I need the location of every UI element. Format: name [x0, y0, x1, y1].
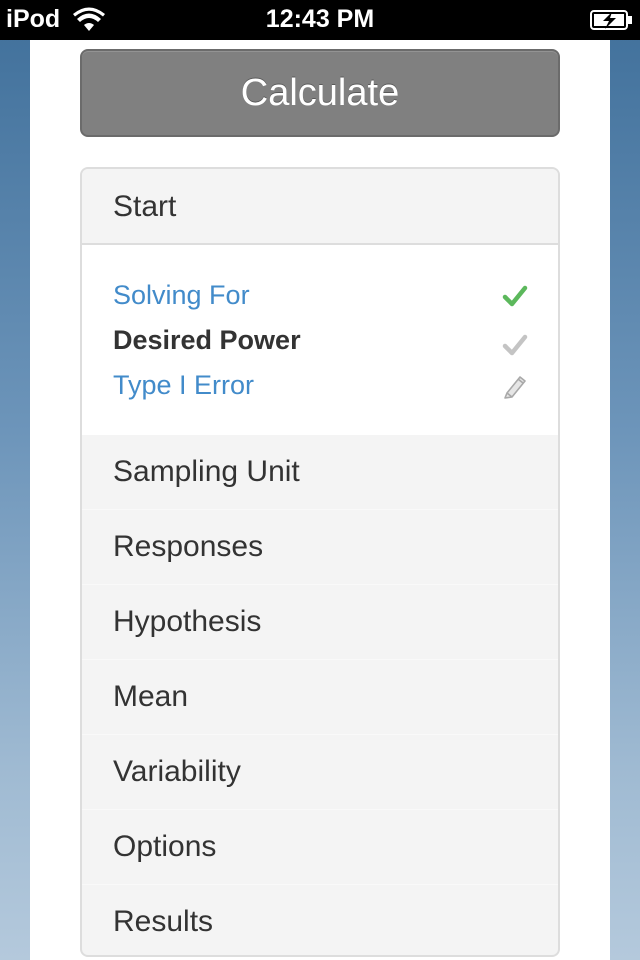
menu-item-variability[interactable]: Variability [82, 735, 558, 810]
checkmark-green-icon [502, 285, 528, 307]
menu-item-mean[interactable]: Mean [82, 660, 558, 735]
field-desired-power[interactable]: Desired Power [113, 320, 528, 360]
steps-card: Start Solving For Desired Power Type I E… [80, 167, 560, 957]
clock-time: 12:43 PM [265, 5, 375, 33]
section-header-start[interactable]: Start [82, 169, 558, 245]
battery-charging-icon [590, 10, 632, 30]
field-type-i-error[interactable]: Type I Error [113, 365, 528, 405]
field-label-solving-for[interactable]: Solving For [113, 280, 250, 310]
field-solving-for[interactable]: Solving For [113, 275, 528, 315]
content-panel: Calculate Start Solving For Desired Powe… [30, 40, 610, 960]
calculate-button[interactable]: Calculate [80, 49, 560, 137]
menu-item-hypothesis[interactable]: Hypothesis [82, 585, 558, 660]
menu-item-options[interactable]: Options [82, 810, 558, 885]
section-menu: Sampling Unit Responses Hypothesis Mean … [82, 435, 558, 955]
pencil-icon[interactable] [502, 373, 528, 399]
field-label-type-i-error[interactable]: Type I Error [113, 370, 254, 400]
checkmark-gray-icon [502, 334, 528, 356]
start-section-body: Solving For Desired Power Type I Error [82, 245, 558, 435]
menu-item-responses[interactable]: Responses [82, 510, 558, 585]
status-bar: iPod 12:43 PM [0, 0, 640, 40]
menu-item-results[interactable]: Results [82, 885, 558, 955]
field-label-desired-power: Desired Power [113, 325, 301, 355]
menu-item-sampling-unit[interactable]: Sampling Unit [82, 435, 558, 510]
